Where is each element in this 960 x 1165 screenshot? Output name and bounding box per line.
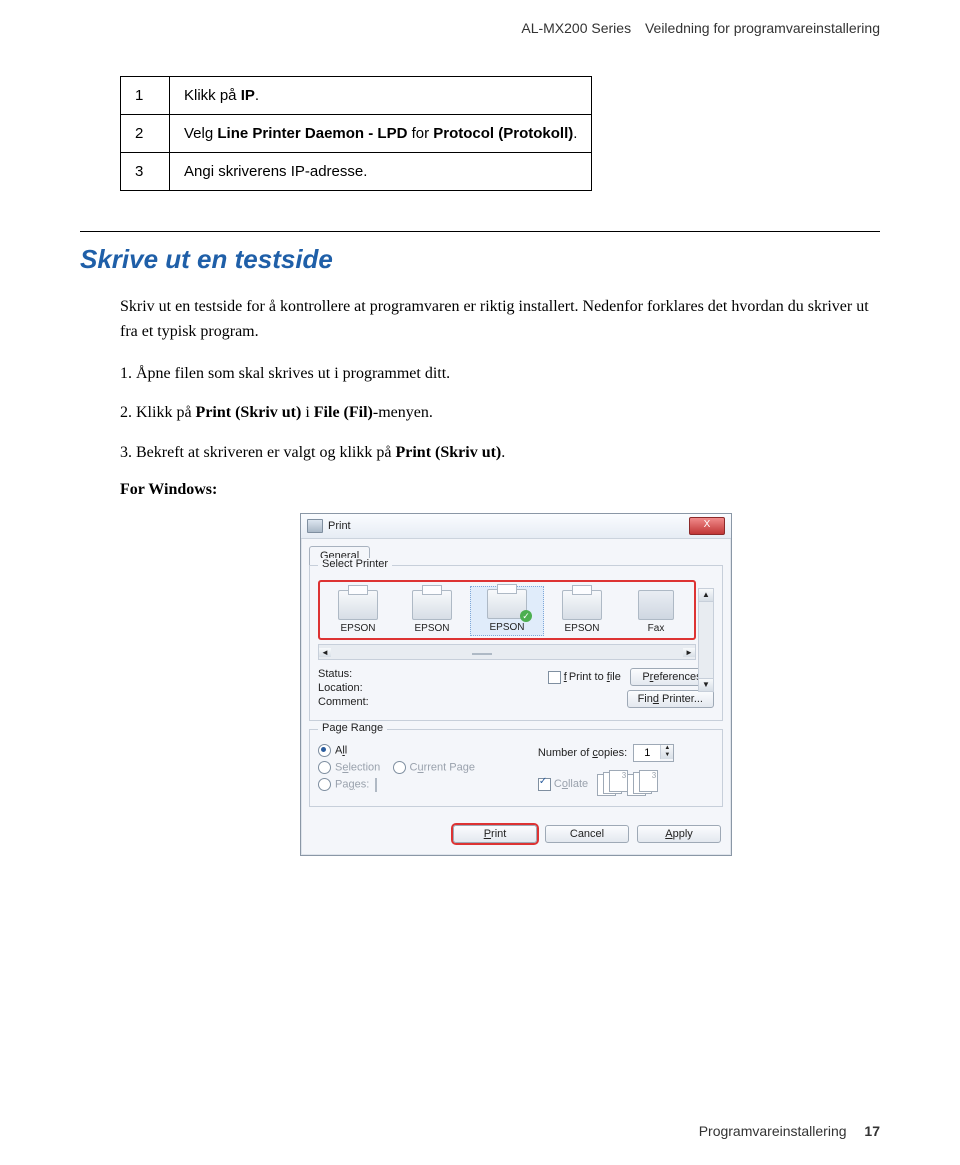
table-row: 2 Velg Line Printer Daemon - LPD for Pro… — [121, 115, 592, 153]
copies-input[interactable] — [634, 745, 660, 761]
pages-input[interactable] — [375, 778, 377, 792]
scroll-right-icon[interactable]: ► — [683, 648, 695, 657]
collate-checkbox[interactable] — [538, 778, 551, 791]
print-dialog: Print X General Select Printer ▲ ▼ EPSON… — [300, 513, 732, 856]
scroll-down-icon[interactable]: ▼ — [699, 678, 713, 691]
copies-label: Number of copies: — [538, 747, 627, 759]
section-heading: Skrive ut en testside — [80, 244, 880, 275]
numbered-list: 1. Åpne filen som skal skrives ut i prog… — [120, 361, 880, 466]
printer-item[interactable]: EPSON — [322, 588, 394, 636]
printer-item[interactable]: EPSON — [396, 588, 468, 636]
radio-all[interactable] — [318, 744, 331, 757]
step-number: 3 — [121, 153, 170, 191]
scroll-thumb[interactable] — [472, 653, 492, 655]
page-footer: Programvareinstallering 17 — [699, 1123, 880, 1139]
for-windows-label: For Windows: — [120, 481, 880, 499]
copies-spinner[interactable]: ▲▼ — [633, 744, 674, 762]
dialog-title: Print — [328, 520, 351, 532]
group-label: Select Printer — [318, 558, 392, 570]
table-row: 3 Angi skriverens IP-adresse. — [121, 153, 592, 191]
printer-selection-row: EPSON EPSON EPSON EPSON Fax — [318, 580, 696, 640]
dialog-button-row: Print Cancel Apply — [301, 815, 731, 855]
list-item: 1. Åpne filen som skal skrives ut i prog… — [120, 361, 880, 387]
footer-section: Programvareinstallering — [699, 1123, 847, 1139]
step-text: Angi skriverens IP-adresse. — [170, 153, 592, 191]
printer-icon — [307, 519, 323, 533]
spinner-arrows-icon[interactable]: ▲▼ — [660, 745, 673, 759]
location-label: Location: — [318, 682, 363, 694]
status-label: Status: — [318, 668, 352, 680]
vertical-scrollbar[interactable]: ▲ ▼ — [698, 588, 714, 692]
section-divider — [80, 231, 880, 232]
radio-selection[interactable] — [318, 761, 331, 774]
radio-current-page-label: Current Page — [410, 762, 475, 774]
close-button[interactable]: X — [689, 517, 725, 535]
radio-pages[interactable] — [318, 778, 331, 791]
find-printer-button[interactable]: Find Printer... — [627, 690, 714, 708]
comment-label: Comment: — [318, 696, 369, 708]
step-text: Velg Line Printer Daemon - LPD for Proto… — [170, 115, 592, 153]
list-item: 2. Klikk på Print (Skriv ut) i File (Fil… — [120, 400, 880, 426]
printer-item[interactable]: Fax — [620, 588, 692, 636]
page-header: AL-MX200 Series Veiledning for programva… — [80, 20, 880, 36]
step-number: 1 — [121, 77, 170, 115]
page-range-group: Page Range All Selection Current Page Pa… — [309, 729, 723, 807]
list-item: 3. Bekreft at skriveren er valgt og klik… — [120, 440, 880, 466]
radio-pages-label: Pages: — [335, 779, 369, 791]
intro-paragraph: Skriv ut en testside for å kontrollere a… — [120, 295, 880, 345]
print-to-file-label: f — [564, 671, 567, 683]
step-number: 2 — [121, 115, 170, 153]
printer-item-selected[interactable]: EPSON — [470, 586, 544, 636]
print-to-file-checkbox[interactable] — [548, 671, 561, 684]
header-doc-title: Veiledning for programvareinstallering — [645, 20, 880, 36]
printer-item[interactable]: EPSON — [546, 588, 618, 636]
dialog-titlebar[interactable]: Print X — [301, 514, 731, 539]
cancel-button[interactable]: Cancel — [545, 825, 629, 843]
collate-icon: 1 2 3 1 2 3 — [597, 772, 657, 796]
print-to-file-full: Print to file — [569, 671, 621, 683]
steps-table: 1 Klikk på IP. 2 Velg Line Printer Daemo… — [120, 76, 592, 191]
step-text: Klikk på IP. — [170, 77, 592, 115]
apply-button[interactable]: Apply — [637, 825, 721, 843]
radio-selection-label: Selection — [335, 762, 380, 774]
radio-current-page[interactable] — [393, 761, 406, 774]
scroll-up-icon[interactable]: ▲ — [699, 589, 713, 602]
select-printer-group: Select Printer ▲ ▼ EPSON EPSON EPSON EPS… — [309, 565, 723, 721]
footer-page-number: 17 — [864, 1123, 880, 1139]
print-button[interactable]: Print — [453, 825, 537, 843]
collate-label: Collate — [554, 778, 588, 790]
group-label: Page Range — [318, 722, 387, 734]
radio-all-label: All — [335, 745, 347, 757]
horizontal-scrollbar[interactable]: ◄ ► — [318, 644, 696, 660]
header-model: AL-MX200 Series — [521, 20, 631, 36]
table-row: 1 Klikk på IP. — [121, 77, 592, 115]
scroll-left-icon[interactable]: ◄ — [319, 648, 331, 657]
